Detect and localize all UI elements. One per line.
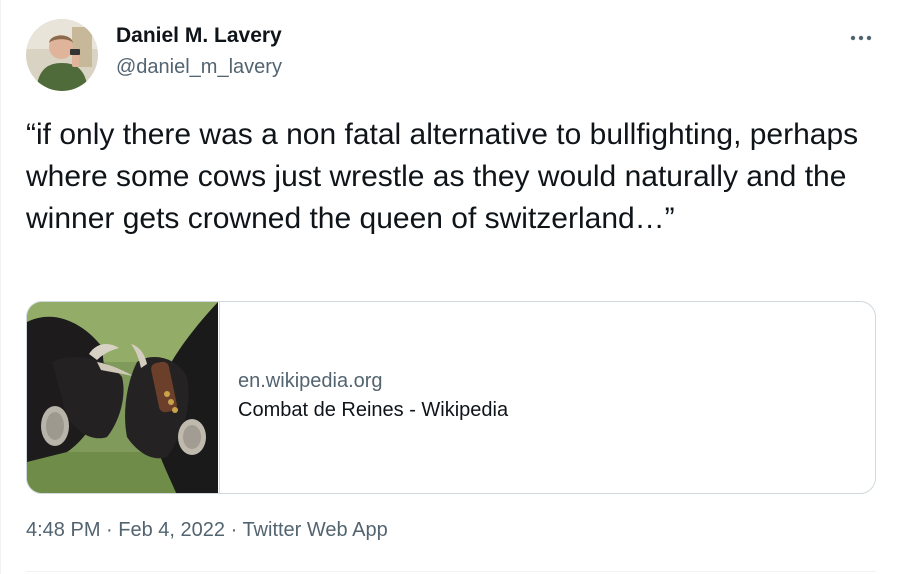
divider <box>26 571 876 572</box>
meta-separator: · <box>100 519 119 541</box>
link-preview-card[interactable]: en.wikipedia.org Combat de Reines - Wiki… <box>26 301 876 494</box>
avatar[interactable] <box>26 19 98 91</box>
tweet-date[interactable]: Feb 4, 2022 <box>118 519 225 541</box>
avatar-photo-icon <box>26 19 98 91</box>
card-text: en.wikipedia.org Combat de Reines - Wiki… <box>220 302 509 493</box>
author-display-name[interactable]: Daniel M. Lavery <box>116 24 282 48</box>
tweet-text: “if only there was a non fatal alternati… <box>26 118 867 235</box>
more-horizontal-icon <box>850 35 872 41</box>
tweet-meta: 4:48 PM · Feb 4, 2022 · Twitter Web App <box>26 519 388 542</box>
more-options-button[interactable] <box>843 24 879 52</box>
meta-separator: · <box>225 519 243 541</box>
author-handle[interactable]: @daniel_m_lavery <box>116 56 282 79</box>
card-domain: en.wikipedia.org <box>238 369 383 392</box>
tweet-source[interactable]: Twitter Web App <box>242 519 387 541</box>
tweet-time[interactable]: 4:48 PM <box>26 519 100 541</box>
tweet-container: Daniel M. Lavery @daniel_m_lavery “if on… <box>0 0 898 574</box>
cows-wrestling-photo-icon <box>27 302 218 493</box>
card-title: Combat de Reines - Wikipedia <box>238 398 509 421</box>
card-image <box>27 302 220 493</box>
